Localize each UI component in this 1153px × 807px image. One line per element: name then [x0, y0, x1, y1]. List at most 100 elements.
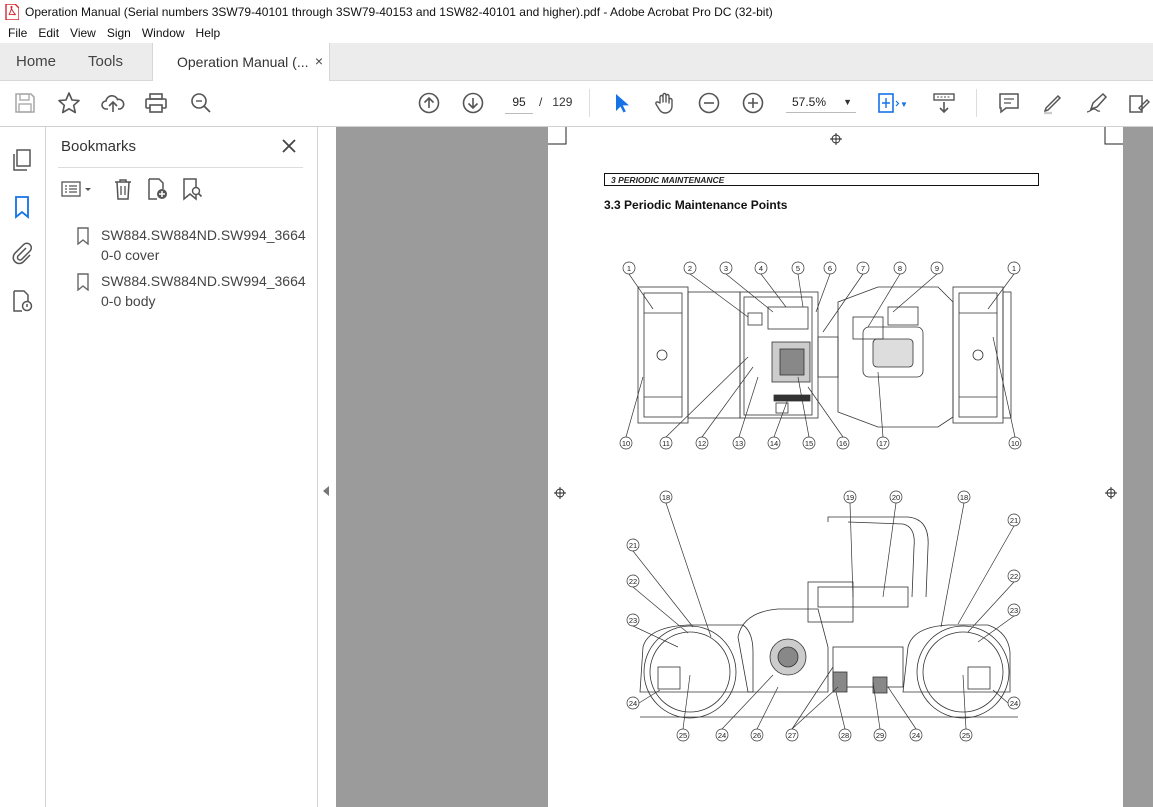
- fit-menu-chevron-icon[interactable]: ▼: [900, 100, 908, 109]
- fill-sign-icon[interactable]: [1127, 91, 1151, 115]
- tab-close-icon[interactable]: ×: [315, 53, 323, 69]
- bookmark-label: SW884.SW884ND.SW994_36640-0 cover: [101, 227, 306, 263]
- page-thumbnails-icon[interactable]: [10, 148, 34, 172]
- zoom-level-value: 57.5%: [792, 95, 827, 109]
- main-toolbar: 95 / 129 57.5% ▼ ▼: [0, 81, 1153, 127]
- attachments-paperclip-icon[interactable]: [10, 241, 34, 265]
- bookmarks-panel: Bookmarks SW884.SW884ND.SW994_36640-0 co…: [46, 127, 318, 807]
- bookmark-search-icon[interactable]: [180, 177, 204, 201]
- signatures-icon[interactable]: [10, 289, 34, 313]
- callout-label: 22: [629, 577, 637, 586]
- bookmark-options-icon[interactable]: [60, 177, 96, 201]
- menu-edit[interactable]: Edit: [38, 26, 59, 40]
- bookmark-icon: [77, 273, 89, 291]
- new-bookmark-icon[interactable]: [145, 177, 169, 201]
- callout-6: [815, 261, 837, 313]
- callout-label: 15: [805, 439, 813, 448]
- callout-19: [843, 490, 857, 598]
- select-cursor-icon[interactable]: [609, 91, 633, 115]
- delete-bookmark-icon[interactable]: [111, 177, 135, 201]
- callout-label: 27: [788, 731, 796, 740]
- callout-label: 13: [735, 439, 743, 448]
- tab-document[interactable]: Operation Manual (... ×: [152, 43, 330, 81]
- page-separator: /: [539, 95, 543, 109]
- registration-mark: [554, 133, 1117, 499]
- callout-20: [882, 490, 903, 598]
- highlight-pen-icon[interactable]: [1041, 91, 1065, 115]
- collapse-arrow-icon: [323, 486, 329, 496]
- callout-label: 29: [876, 731, 884, 740]
- callout-11: [659, 356, 749, 450]
- callout-label: 19: [846, 493, 854, 502]
- page-count: / 129: [539, 95, 572, 109]
- next-page-icon[interactable]: [461, 91, 485, 115]
- callout-label: 25: [679, 731, 687, 740]
- window-title: Operation Manual (Serial numbers 3SW79-4…: [25, 4, 773, 19]
- draw-sign-icon[interactable]: [1085, 91, 1109, 115]
- document-viewer[interactable]: 3 PERIODIC MAINTENANCE 3.3 Periodic Main…: [336, 127, 1153, 807]
- callout-18: [659, 490, 712, 638]
- callout-label: 24: [629, 699, 637, 708]
- previous-page-icon[interactable]: [417, 91, 441, 115]
- menu-file[interactable]: File: [8, 26, 27, 40]
- zoom-out-icon[interactable]: [697, 91, 721, 115]
- page-total: 129: [552, 95, 573, 109]
- callout-label: 26: [753, 731, 761, 740]
- panel-collapse-handle[interactable]: [318, 127, 336, 807]
- callout-label: 7: [861, 264, 865, 273]
- callout-label: 22: [1010, 572, 1018, 581]
- comment-icon[interactable]: [997, 91, 1021, 115]
- bookmarks-panel-title: Bookmarks: [61, 138, 137, 155]
- panel-divider: [58, 167, 303, 168]
- bookmark-icon: [77, 227, 89, 245]
- tab-home[interactable]: Home: [16, 43, 56, 80]
- page-number-input[interactable]: 95: [505, 91, 533, 114]
- scroll-mode-icon[interactable]: [932, 91, 956, 115]
- top-callouts: [619, 261, 1022, 450]
- callout-label: 2: [688, 264, 692, 273]
- callout-label: 16: [839, 439, 847, 448]
- save-icon[interactable]: [13, 91, 37, 115]
- callout-label: 10: [622, 439, 630, 448]
- callout-label: 18: [960, 493, 968, 502]
- callout-label: 28: [841, 731, 849, 740]
- bookmarks-icon[interactable]: [10, 195, 34, 219]
- side-callouts: [626, 490, 1021, 742]
- menu-sign[interactable]: Sign: [107, 26, 131, 40]
- close-icon[interactable]: [278, 135, 300, 157]
- title-bar: Operation Manual (Serial numbers 3SW79-4…: [0, 0, 1153, 23]
- callout-label: 8: [898, 264, 902, 273]
- callout-label: 17: [879, 439, 887, 448]
- callout-label: 4: [759, 264, 763, 273]
- callout-27: [785, 666, 839, 742]
- menu-help[interactable]: Help: [196, 26, 221, 40]
- callout-label: 25: [962, 731, 970, 740]
- zoom-level-select[interactable]: 57.5% ▼: [786, 91, 856, 113]
- fit-page-icon[interactable]: [876, 91, 900, 115]
- callout-label: 5: [796, 264, 800, 273]
- toolbar-divider: [589, 89, 590, 117]
- hand-tool-icon[interactable]: [653, 91, 677, 115]
- print-icon[interactable]: [144, 91, 168, 115]
- callout-label: 24: [718, 731, 726, 740]
- tab-tools[interactable]: Tools: [88, 43, 123, 80]
- callout-18b: [940, 490, 971, 628]
- top-view-machine: [637, 286, 1012, 428]
- callout-label: 3: [724, 264, 728, 273]
- chevron-down-icon: ▼: [843, 97, 852, 107]
- callout-label: 12: [698, 439, 706, 448]
- menu-view[interactable]: View: [70, 26, 96, 40]
- callout-label: 10: [1011, 439, 1019, 448]
- star-icon[interactable]: [57, 91, 81, 115]
- top-callout-labels: 1 2 3 4 5 6 7 8 9 1 10 11 12 13 14 15 16…: [622, 264, 1019, 448]
- callout-label: 23: [629, 616, 637, 625]
- menu-window[interactable]: Window: [142, 26, 185, 40]
- menu-bar: File Edit View Sign Window Help: [0, 23, 1153, 43]
- upload-cloud-icon[interactable]: [101, 91, 125, 115]
- callout-label: 14: [770, 439, 778, 448]
- zoom-in-icon[interactable]: [741, 91, 765, 115]
- callout-label: 11: [662, 439, 670, 448]
- callout-label: 20: [892, 493, 900, 502]
- side-callout-labels: 18 19 20 18 21 21 22 22 23 23 24 24 25 2…: [629, 493, 1018, 740]
- zoom-search-icon[interactable]: [189, 91, 213, 115]
